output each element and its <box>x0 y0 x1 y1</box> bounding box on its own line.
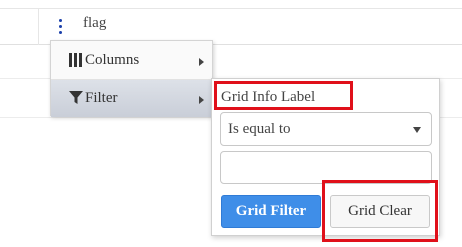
grid-top-border <box>0 8 462 9</box>
grid-filter-button[interactable]: Grid Filter <box>221 195 321 228</box>
highlight-box-clear-button <box>322 180 438 242</box>
chevron-right-icon <box>199 96 204 104</box>
filter-operator-value: Is equal to <box>228 121 291 137</box>
column-menu-kebab-icon[interactable] <box>52 16 70 38</box>
chevron-right-icon <box>199 58 204 66</box>
dropdown-arrow-icon <box>413 127 421 133</box>
menu-item-columns[interactable]: Columns <box>51 42 212 79</box>
column-menu: Columns Filter <box>50 40 213 117</box>
column-header-flag[interactable]: flag <box>83 15 106 32</box>
column-divider <box>38 8 39 45</box>
menu-item-columns-label: Columns <box>85 52 140 68</box>
highlight-box-info-label <box>214 81 353 110</box>
menu-item-filter[interactable]: Filter <box>51 80 212 117</box>
filter-operator-select[interactable]: Is equal to <box>220 112 432 146</box>
filter-funnel-icon <box>69 91 83 110</box>
menu-item-filter-label: Filter <box>85 90 118 106</box>
columns-icon <box>69 53 82 72</box>
